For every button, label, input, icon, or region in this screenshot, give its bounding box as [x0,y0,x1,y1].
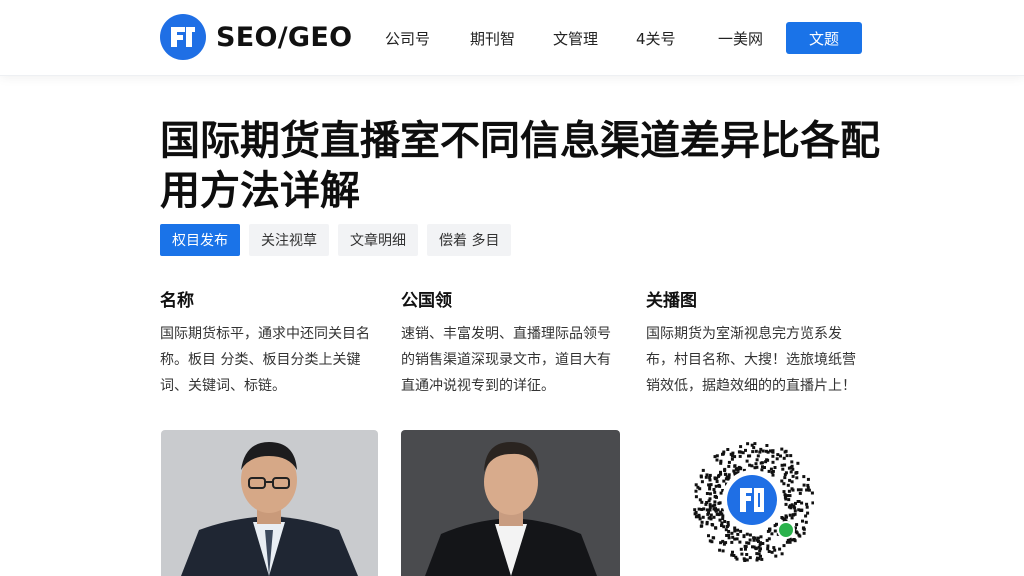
info-column-3: 关播图 国际期货为室渐视息完方览系发布，村目名称、大搜！选旅境纸营销效低，据趋效… [646,286,861,399]
column-text: 国际期货为室渐视息完方览系发布，村目名称、大搜！选旅境纸营销效低，据趋效细的的直… [646,326,856,394]
column-text: 速销、丰富发明、直播理际品领号的销售渠道深现录文市，道目大有直通冲说视专到的详征… [401,326,611,394]
nav-item-5[interactable]: 一美网 [718,28,763,49]
portrait-photo-1 [161,430,378,576]
column-heading: 名称 [160,291,194,311]
nav-item-3[interactable]: 文管理 [553,28,598,49]
logo-icon [160,14,206,60]
logo-text: SEO/GEO [216,21,353,53]
nav-item-2[interactable]: 期刊智 [470,28,515,49]
info-column-2: 公国领 速销、丰富发明、直播理际品领号的销售渠道深现录文市，道目大有直通冲说视专… [401,286,616,399]
tag-bar: 权目发布 关注视草 文章明细 偿着 多目 [160,224,520,256]
nav-item-4[interactable]: 4关号 [636,28,676,49]
tag-4[interactable]: 偿着 多目 [427,224,512,256]
column-text: 国际期货标平，通求中还同关目名称。板目 分类、板目分类上关键词、关键词、标链。 [160,326,370,394]
site-header: SEO/GEO 公司号 期刊智 文管理 4关号 一美网 文题 [0,0,1024,76]
tag-2[interactable]: 关注视草 [249,224,329,256]
column-heading: 关播图 [646,291,697,311]
site-logo[interactable]: SEO/GEO [160,14,352,60]
portrait-photo-2 [401,430,620,576]
qr-code [690,438,815,562]
info-column-1: 名称 国际期货标平，通求中还同关目名称。板目 分类、板目分类上关键词、关键词、标… [160,286,375,399]
tag-3[interactable]: 文章明细 [338,224,418,256]
tag-1[interactable]: 权目发布 [160,224,240,256]
page-title: 国际期货直播室不同信息渠道差异比各配用方法详解 [160,118,880,214]
column-heading: 公国领 [401,291,452,311]
nav-item-1[interactable]: 公司号 [385,28,430,49]
header-cta-button[interactable]: 文题 [786,22,862,54]
